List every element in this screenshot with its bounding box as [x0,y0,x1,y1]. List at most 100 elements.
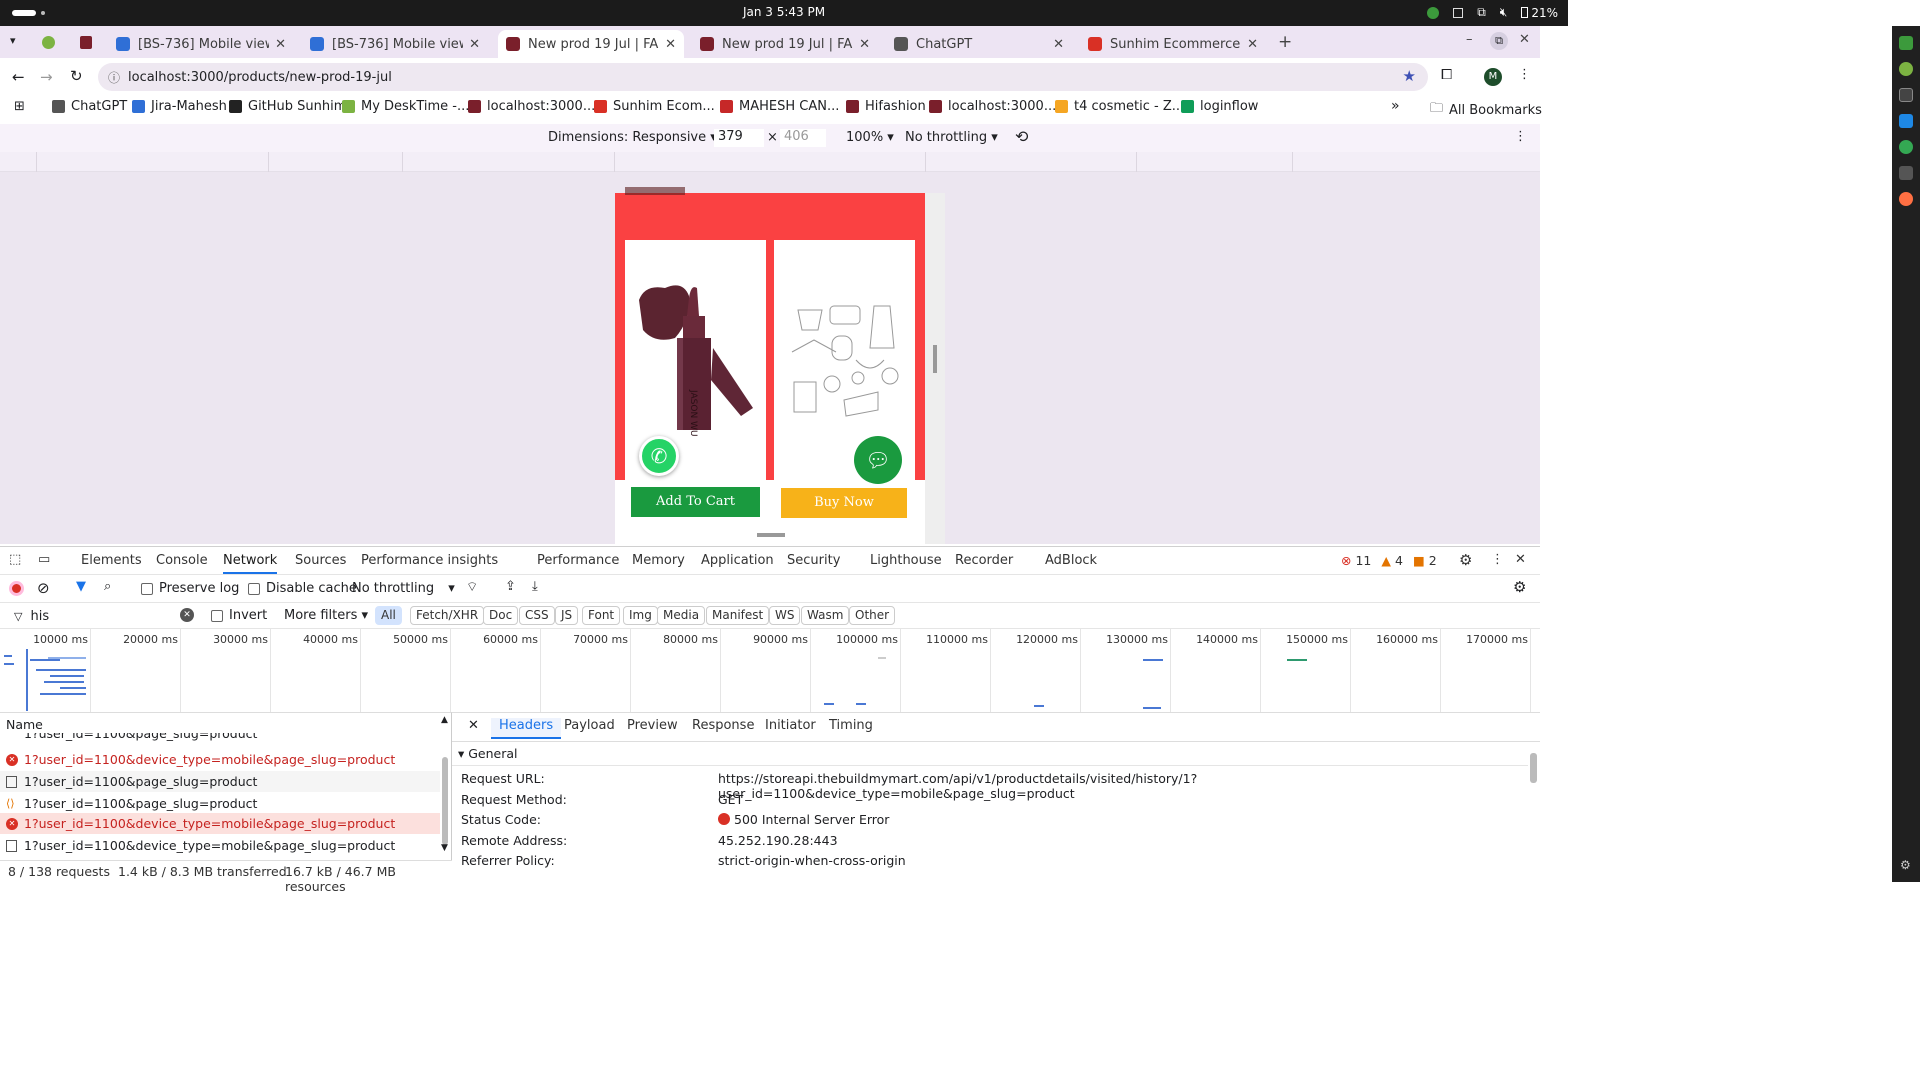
extensions-icon[interactable]: ⧠ [1441,67,1452,83]
whatsapp-icon[interactable]: ✆ [639,436,679,476]
detail-tab[interactable]: Preview [627,718,678,733]
error-count-badge[interactable]: ⊗ 11 [1341,553,1371,568]
browser-tab[interactable]: [BS-736] Mobile view(Te ✕ [302,30,488,58]
devtools-tab[interactable]: Console [156,553,208,568]
more-bookmarks-icon[interactable]: » [1391,98,1400,114]
filter-input[interactable]: ▽ his ✕ [8,606,198,626]
general-value[interactable]: https://storeapi.thebuildmymart.com/api/… [718,771,1540,801]
more-filters-dropdown[interactable]: More filters ▾ [284,608,368,623]
bookmark-item[interactable]: Sunhim Ecom... [594,99,715,114]
device-menu-icon[interactable]: ⋮ [1514,129,1527,144]
filter-chip[interactable]: Media [657,606,706,625]
devtools-close-icon[interactable]: ✕ [1515,552,1526,567]
volume-icon[interactable]: 🔇︎ [1500,5,1508,20]
device-toggle-icon[interactable]: ▭ [38,552,50,567]
battery-icon[interactable]: 21% [1521,6,1558,20]
pinned-tab-icon[interactable] [42,36,55,49]
dock-app-icon[interactable] [1899,166,1913,180]
bookmark-star-icon[interactable]: ★ [1403,67,1416,85]
request-row[interactable]: 1?user_id=1100&device_type=mobile&page_s… [0,835,440,856]
all-bookmarks-button[interactable]: 🗀︎ All Bookmarks [1430,99,1542,121]
close-window-button[interactable]: ✕ [1519,32,1530,47]
bookmark-item[interactable]: ChatGPT [52,99,127,114]
general-value[interactable]: strict-origin-when-cross-origin [718,853,906,868]
dimensions-select[interactable]: Dimensions: Responsive ▾ [548,130,717,145]
browser-tab[interactable]: New prod 19 Jul | FASHIO ✕ [692,30,878,58]
devtools-tab[interactable]: Elements [81,553,142,568]
new-tab-button[interactable]: + [1278,32,1292,52]
devtools-menu-icon[interactable]: ⋮ [1491,552,1504,567]
devtools-tab[interactable]: Memory [632,553,685,568]
wifi-conditions-icon[interactable]: ⌔ [466,579,478,595]
warning-count-badge[interactable]: ▲ 4 [1381,553,1403,568]
preserve-log-checkbox[interactable]: Preserve log [141,581,239,596]
detail-tab[interactable]: Initiator [765,718,816,733]
detail-tab[interactable]: Payload [564,718,615,733]
profile-avatar[interactable]: M [1484,68,1502,86]
site-info-icon[interactable]: ⓘ [108,69,120,86]
devtools-tab[interactable]: Performance insights [361,553,498,568]
general-value[interactable]: 500 Internal Server Error [718,812,889,827]
browser-tab[interactable]: New prod 19 Jul | FASHIO ✕ [498,30,684,58]
filter-chip[interactable]: Other [849,606,896,625]
devtools-tab[interactable]: Sources [295,553,346,568]
dock-chrome-icon[interactable] [1899,140,1913,154]
tab-close-icon[interactable]: ✕ [1247,37,1258,52]
devtools-settings-icon[interactable]: ⚙ [1459,551,1472,569]
bookmark-item[interactable]: localhost:3000... [468,99,595,114]
product-card[interactable]: JASON WU ✆ [625,240,766,480]
filter-chip[interactable]: Manifest [706,606,770,625]
browser-tab[interactable]: ChatGPT ✕ [886,30,1072,58]
filter-chip[interactable]: Img [623,606,658,625]
disable-cache-checkbox[interactable]: Disable cache [248,581,357,596]
detail-tab[interactable]: Headers [491,718,562,739]
network-throttle-select[interactable]: No throttling ▾ [352,581,455,596]
request-list-scrollbar[interactable] [442,757,448,845]
rotate-icon[interactable]: ⟲ [1015,127,1028,146]
viewport-bottom-handle[interactable] [757,533,785,537]
devtools-tab[interactable]: Lighthouse [870,553,942,568]
dock-settings-icon[interactable]: ⚙ [1900,858,1911,872]
general-value[interactable]: GET [718,792,743,807]
bookmark-item[interactable]: GitHub Sunhim [229,99,346,114]
filter-chip[interactable]: Font [582,606,621,625]
invert-checkbox[interactable]: Invert [211,608,267,623]
issue-count-badge[interactable]: ■ 2 [1413,553,1437,568]
detail-scrollbar[interactable] [1530,753,1537,783]
detail-tab[interactable]: Response [692,718,754,733]
devtools-tab[interactable]: Performance [537,553,619,568]
tab-close-icon[interactable]: ✕ [469,37,480,52]
devtools-counters[interactable]: ⊗ 11 ▲ 4 ■ 2 [1341,553,1437,568]
request-row[interactable]: ⟨⟩ 1?user_id=1100&page_slug=product [0,793,440,814]
filter-chip[interactable]: Fetch/XHR [410,606,485,625]
request-row[interactable]: 1?user_id=1100&page_slug=product [0,771,440,792]
bookmark-item[interactable]: loginflow [1181,99,1258,114]
tab-close-icon[interactable]: ✕ [1053,37,1064,52]
browser-tab[interactable]: Sunhim Ecommerce Priva ✕ [1080,30,1266,58]
forward-button[interactable]: → [40,68,53,86]
close-detail-icon[interactable]: ✕ [468,718,479,733]
clear-icon[interactable]: ⊘ [37,579,50,597]
tab-search-icon[interactable]: ▾ [10,34,16,47]
dock-app-icon[interactable] [1899,36,1913,50]
apps-grid-icon[interactable]: ⊞ [14,99,25,114]
filter-icon[interactable]: ▼ [76,579,86,594]
devtools-tab[interactable]: Security [787,553,840,568]
screen-icon[interactable] [1453,7,1464,18]
tab-close-icon[interactable]: ✕ [275,37,286,52]
request-row[interactable]: ✕ 1?user_id=1100&device_type=mobile&page_… [0,749,440,770]
dock-app-icon[interactable] [1899,62,1913,76]
general-section-toggle[interactable]: ▾ General [458,746,518,761]
buy-now-button[interactable]: Buy Now [781,488,907,518]
dock-vscode-icon[interactable] [1899,114,1913,128]
network-icon[interactable]: ⧉ [1477,5,1486,20]
dock-terminal-icon[interactable] [1899,88,1913,102]
browser-tab[interactable]: [BS-736] Mobile view(Te ✕ [108,30,294,58]
filter-chip[interactable]: WS [769,606,801,625]
reload-button[interactable]: ↻ [70,67,83,85]
add-to-cart-button[interactable]: Add To Cart [631,487,760,517]
inspect-element-icon[interactable]: ⬚ [9,552,21,567]
filter-chip[interactable]: CSS [519,606,555,625]
devtools-tab[interactable]: Network [223,553,278,574]
back-button[interactable]: ← [12,68,25,86]
